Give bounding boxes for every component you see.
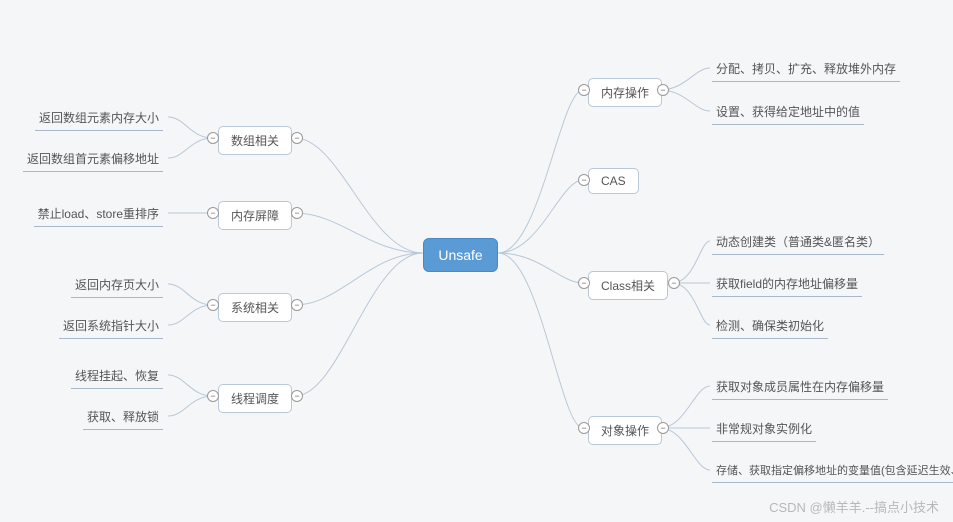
root-label: Unsafe	[438, 247, 482, 263]
toggle-memory-right[interactable]: −	[657, 84, 669, 96]
root-node[interactable]: Unsafe	[423, 238, 498, 272]
leaf-system-1: 返回系统指针大小	[59, 315, 163, 339]
node-system-label: 系统相关	[231, 299, 279, 316]
mindmap-canvas: Unsafe 数组相关 − − 内存屏障 − − 系统相关 − − 线程调度 −…	[0, 0, 953, 522]
leaf-object-2: 存储、获取指定偏移地址的变量值(包含延迟生效、volatile语义)	[712, 460, 953, 483]
toggle-cas-left[interactable]: −	[578, 174, 590, 186]
toggle-array-left[interactable]: −	[207, 132, 219, 144]
node-class[interactable]: Class相关	[588, 271, 668, 300]
leaf-class-1: 获取field的内存地址偏移量	[712, 273, 862, 297]
leaf-object-0: 获取对象成员属性在内存偏移量	[712, 376, 888, 400]
leaf-array-1: 返回数组首元素偏移地址	[23, 148, 163, 172]
node-object-label: 对象操作	[601, 422, 649, 439]
node-barrier[interactable]: 内存屏障	[218, 201, 292, 230]
leaf-array-0: 返回数组元素内存大小	[35, 107, 163, 131]
leaf-class-0: 动态创建类（普通类&匿名类）	[712, 231, 884, 255]
toggle-barrier-right[interactable]: −	[291, 207, 303, 219]
toggle-thread-right[interactable]: −	[291, 390, 303, 402]
node-object[interactable]: 对象操作	[588, 416, 662, 445]
leaf-memory-1: 设置、获得给定地址中的值	[712, 101, 864, 125]
node-memory-label: 内存操作	[601, 84, 649, 101]
toggle-system-right[interactable]: −	[291, 299, 303, 311]
toggle-class-right[interactable]: −	[668, 277, 680, 289]
toggle-array-right[interactable]: −	[291, 132, 303, 144]
leaf-barrier-0: 禁止load、store重排序	[34, 203, 163, 227]
node-thread[interactable]: 线程调度	[218, 384, 292, 413]
leaf-thread-0: 线程挂起、恢复	[71, 365, 163, 389]
leaf-object-1: 非常规对象实例化	[712, 418, 816, 442]
toggle-object-left[interactable]: −	[578, 422, 590, 434]
node-thread-label: 线程调度	[231, 390, 279, 407]
leaf-memory-0: 分配、拷贝、扩充、释放堆外内存	[712, 58, 900, 82]
toggle-object-right[interactable]: −	[657, 422, 669, 434]
node-cas[interactable]: CAS	[588, 168, 639, 194]
node-cas-label: CAS	[601, 174, 626, 188]
leaf-thread-1: 获取、释放锁	[83, 406, 163, 430]
node-class-label: Class相关	[601, 277, 655, 294]
node-array[interactable]: 数组相关	[218, 126, 292, 155]
node-array-label: 数组相关	[231, 132, 279, 149]
node-memory[interactable]: 内存操作	[588, 78, 662, 107]
toggle-system-left[interactable]: −	[207, 299, 219, 311]
leaf-class-2: 检测、确保类初始化	[712, 315, 828, 339]
toggle-barrier-left[interactable]: −	[207, 207, 219, 219]
leaf-system-0: 返回内存页大小	[71, 274, 163, 298]
watermark: CSDN @懒羊羊.--搞点小技术	[769, 497, 939, 516]
node-barrier-label: 内存屏障	[231, 207, 279, 224]
toggle-thread-left[interactable]: −	[207, 390, 219, 402]
node-system[interactable]: 系统相关	[218, 293, 292, 322]
toggle-memory-left[interactable]: −	[578, 84, 590, 96]
toggle-class-left[interactable]: −	[578, 277, 590, 289]
